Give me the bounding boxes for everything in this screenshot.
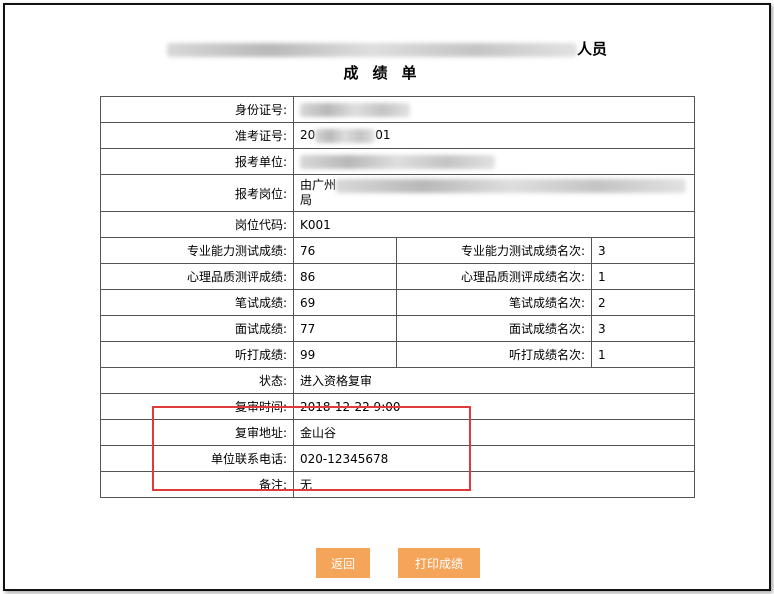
status-label: 状态: xyxy=(100,367,294,394)
position-code-value: K001 xyxy=(293,211,695,238)
table-row: 单位联系电话: 020-12345678 xyxy=(100,445,695,472)
position-code-label: 岗位代码: xyxy=(100,211,294,238)
typing-rank-label: 听打成绩名次: xyxy=(396,341,592,368)
table-row: 面试成绩: 77 面试成绩名次: 3 xyxy=(100,315,695,342)
interview-rank-label: 面试成绩名次: xyxy=(396,315,592,342)
review-time-label: 复审时间: xyxy=(100,393,294,420)
page-subtitle: 成绩单 xyxy=(343,64,431,82)
typing-score-label: 听打成绩: xyxy=(100,341,294,368)
typing-score-value: 99 xyxy=(293,341,397,368)
redacted-exam xyxy=(315,128,376,143)
table-row: 身份证号: xyxy=(100,96,695,123)
table-row: 笔试成绩: 69 笔试成绩名次: 2 xyxy=(100,289,695,316)
professional-score-label: 专业能力测试成绩: xyxy=(100,237,294,264)
table-row: 状态: 进入资格复审 xyxy=(100,367,695,394)
unit-value xyxy=(293,148,695,175)
position-label: 报考岗位: xyxy=(100,174,294,212)
written-rank-value: 2 xyxy=(591,289,695,316)
professional-rank-value: 3 xyxy=(591,237,695,264)
table-row: 准考证号: 20 01 xyxy=(100,122,695,149)
page-title: 人员 xyxy=(0,38,774,59)
redacted-unit xyxy=(300,154,495,169)
remarks-value: 无 xyxy=(293,471,695,498)
table-row: 复审地址: 金山谷 xyxy=(100,419,695,446)
psychology-rank-label: 心理品质测评成绩名次: xyxy=(396,263,592,290)
redacted-position xyxy=(336,178,687,193)
professional-score-value: 76 xyxy=(293,237,397,264)
table-row: 报考单位: xyxy=(100,148,695,175)
interview-rank-value: 3 xyxy=(591,315,695,342)
psychology-score-label: 心理品质测评成绩: xyxy=(100,263,294,290)
table-row: 专业能力测试成绩: 76 专业能力测试成绩名次: 3 xyxy=(100,237,695,264)
unit-label: 报考单位: xyxy=(100,148,294,175)
interview-score-label: 面试成绩: xyxy=(100,315,294,342)
contact-phone-label: 单位联系电话: xyxy=(100,445,294,472)
review-address-label: 复审地址: xyxy=(100,419,294,446)
remarks-label: 备注: xyxy=(100,471,294,498)
written-score-value: 69 xyxy=(293,289,397,316)
professional-rank-label: 专业能力测试成绩名次: xyxy=(396,237,592,264)
redacted-title xyxy=(166,42,577,57)
written-score-label: 笔试成绩: xyxy=(100,289,294,316)
psychology-rank-value: 1 xyxy=(591,263,695,290)
back-button[interactable]: 返回 xyxy=(316,548,370,578)
review-time-value: 2018-12-22 9:00 xyxy=(293,393,695,420)
table-row: 心理品质测评成绩: 86 心理品质测评成绩名次: 1 xyxy=(100,263,695,290)
table-row: 听打成绩: 99 听打成绩名次: 1 xyxy=(100,341,695,368)
id-number-value xyxy=(293,96,695,123)
interview-score-value: 77 xyxy=(293,315,397,342)
typing-rank-value: 1 xyxy=(591,341,695,368)
table-row: 报考岗位: 由广州局 xyxy=(100,174,695,212)
exam-number-label: 准考证号: xyxy=(100,122,294,149)
status-value: 进入资格复审 xyxy=(293,367,695,394)
contact-phone-value: 020-12345678 xyxy=(293,445,695,472)
title-suffix: 人员 xyxy=(576,40,607,58)
review-address-value: 金山谷 xyxy=(293,419,695,446)
redacted-id xyxy=(300,102,410,117)
print-score-button[interactable]: 打印成绩 xyxy=(398,548,480,578)
position-value: 由广州局 xyxy=(293,174,695,212)
exam-number-value: 20 01 xyxy=(293,122,695,149)
table-row: 岗位代码: K001 xyxy=(100,211,695,238)
id-number-label: 身份证号: xyxy=(100,96,294,123)
written-rank-label: 笔试成绩名次: xyxy=(396,289,592,316)
score-table: 身份证号: 准考证号: 20 01 报考单位: 报考岗位: 由广州局 岗位代码: … xyxy=(100,96,695,498)
table-row: 复审时间: 2018-12-22 9:00 xyxy=(100,393,695,420)
psychology-score-value: 86 xyxy=(293,263,397,290)
table-row: 备注: 无 xyxy=(100,471,695,498)
